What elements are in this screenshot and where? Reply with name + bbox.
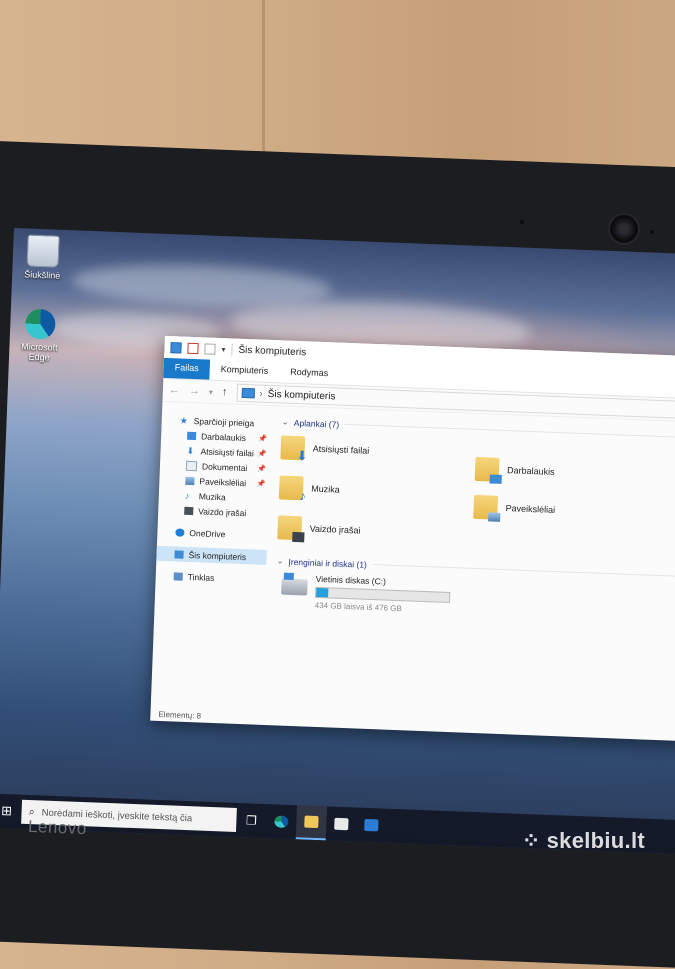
folder-icon: ⬇: [280, 435, 308, 464]
watermark-text: skelbiu.lt: [546, 828, 645, 853]
start-icon[interactable]: ⊞: [0, 803, 22, 820]
computer-icon: [174, 549, 184, 559]
folder-music[interactable]: ♪ Muzika: [278, 475, 340, 504]
status-bar: Elementų: 8: [158, 709, 202, 721]
pin-icon: 📌: [256, 480, 266, 488]
wall-seam: [262, 0, 265, 160]
collapse-chevron-icon[interactable]: ⌄: [276, 555, 284, 566]
address-text: Šis kompiuteris: [267, 388, 336, 402]
desktop-icon: [489, 474, 502, 484]
folder-videos[interactable]: Vaizdo įrašai: [277, 515, 361, 543]
watermark-dots-icon: ⁘: [521, 828, 541, 853]
collapse-chevron-icon[interactable]: ⌄: [282, 416, 290, 427]
music-icon: ♪: [299, 488, 307, 504]
nav-label: Tinklas: [187, 571, 215, 583]
forward-arrow-icon[interactable]: →: [189, 385, 200, 397]
task-view-icon[interactable]: ❐: [236, 803, 267, 838]
breadcrumb-chevron-icon[interactable]: ›: [259, 388, 263, 399]
drive-usage-fill: [316, 587, 329, 598]
desktop-icon-label: Šiukšlinė: [24, 269, 61, 281]
properties-icon[interactable]: [187, 342, 199, 354]
folder-icon: ♪: [278, 475, 307, 504]
group-header-label: Įrenginiai ir diskai (1): [288, 556, 368, 570]
video-icon: [292, 531, 305, 543]
up-arrow-icon[interactable]: ↑: [222, 386, 228, 398]
folder-label: Paveikslėliai: [505, 503, 556, 515]
nav-label: Atsisiųsti failai: [200, 445, 255, 458]
nav-label: Paveikslėliai: [199, 475, 247, 488]
desktop-icon-recycle-bin[interactable]: Šiukšlinė: [12, 234, 74, 281]
explorer-body: ★ Sparčioji prieiga Darbalaukis 📌 ⬇ Atsi…: [151, 402, 675, 726]
nav-label: Vaizdo įrašai: [198, 505, 247, 518]
nav-label: Sparčioji prieiga: [193, 415, 255, 428]
edge-icon: [24, 308, 56, 340]
nav-label: OneDrive: [189, 527, 226, 539]
folder-icon: [473, 494, 501, 522]
folder-pictures[interactable]: Paveikslėliai: [473, 494, 556, 522]
content-pane: ⌄ Aplankai (7) ⬇ Atsisiųsti failai Darba…: [261, 406, 675, 725]
folder-downloads[interactable]: ⬇ Atsisiųsti failai: [280, 435, 370, 464]
desktop-icon-label: Microsoft Edge: [21, 341, 58, 363]
drive-c[interactable]: Vietinis diskas (C:) 434 GB laisva iš 47…: [281, 573, 675, 624]
navigation-pane: ★ Sparčioji prieiga Darbalaukis 📌 ⬇ Atsi…: [151, 402, 273, 709]
folder-label: Atsisiųsti failai: [312, 443, 370, 456]
video-icon: [184, 506, 194, 515]
pin-icon: 📌: [257, 465, 267, 473]
folder-label: Muzika: [311, 483, 340, 495]
folder-desktop[interactable]: Darbalaukis: [474, 456, 555, 484]
folder-icon: [474, 456, 502, 484]
folders-grid: ⬇ Atsisiųsti failai Darbalaukis ♪ Muzika…: [277, 431, 675, 567]
nav-label: Muzika: [198, 490, 226, 502]
title-separator: [231, 343, 233, 356]
folder-label: Darbalaukis: [506, 465, 555, 477]
watermark: ⁘ skelbiu.lt: [522, 828, 645, 854]
nav-label: Darbalaukis: [200, 430, 247, 443]
group-header-label: Aplankai (7): [293, 417, 340, 430]
folder-label: Vaizdo įrašai: [309, 523, 361, 536]
desktop-icon: [187, 431, 197, 440]
edge-icon[interactable]: [266, 804, 297, 839]
desktop-icon-edge[interactable]: Microsoft Edge: [9, 308, 71, 363]
recycle-bin-icon: [26, 234, 60, 268]
hard-drive-icon: [281, 578, 308, 596]
file-explorer-window: ▾ Šis kompiuteris Failas Kompiuteris Rod…: [150, 335, 675, 742]
pin-icon: 📌: [257, 450, 267, 458]
nav-label: Šis kompiuteris: [188, 549, 247, 562]
quick-access-dropdown-icon[interactable]: ▾: [221, 345, 225, 354]
file-explorer-icon[interactable]: [295, 805, 328, 841]
webcam-light-dot: [650, 230, 654, 234]
drive-usage-text: 434 GB laisva iš 476 GB: [314, 600, 403, 614]
recent-locations-icon[interactable]: ▾: [209, 387, 213, 396]
nav-label: Dokumentai: [201, 460, 248, 473]
new-folder-icon[interactable]: [204, 342, 216, 355]
download-icon: ⬇: [186, 445, 195, 456]
drive-info: Vietinis diskas (C:) 434 GB laisva iš 47…: [315, 574, 451, 615]
tab-computer[interactable]: Kompiuteris: [209, 360, 279, 383]
pictures-icon: [185, 476, 195, 485]
folder-icon: [277, 515, 305, 543]
laptop-brand-logo: Lenovo: [27, 816, 88, 839]
network-icon: [173, 571, 183, 581]
store-icon[interactable]: [326, 806, 357, 841]
pictures-icon: [488, 512, 501, 522]
webcam-sensor-dot: [520, 220, 524, 224]
computer-icon: [241, 387, 255, 399]
document-icon: [185, 460, 198, 471]
mail-icon[interactable]: [356, 808, 387, 843]
download-icon: ⬇: [296, 448, 308, 464]
back-arrow-icon[interactable]: ←: [169, 384, 180, 396]
drive-usage-bar: [315, 586, 451, 604]
window-title: Šis kompiuteris: [238, 344, 307, 358]
desktop-screen: Šiukšlinė Microsoft Edge ▾ Šis kompiuter…: [0, 228, 675, 855]
cloud-icon: [175, 527, 185, 537]
window-icon: [170, 341, 182, 354]
nav-item-network[interactable]: Tinklas: [155, 568, 265, 587]
webcam: [608, 213, 640, 245]
music-icon: ♪: [184, 490, 190, 501]
tab-file[interactable]: Failas: [163, 357, 211, 380]
tab-view[interactable]: Rodymas: [279, 362, 340, 384]
star-icon: ★: [179, 415, 189, 426]
pin-icon: 📌: [258, 435, 268, 443]
